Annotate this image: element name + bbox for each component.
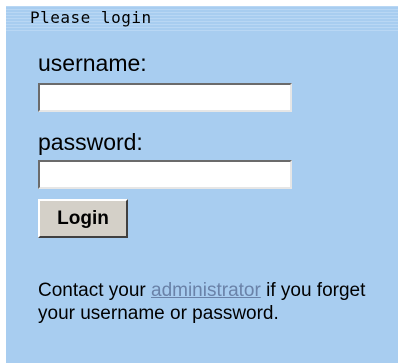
password-label: password: (38, 129, 143, 155)
login-button[interactable]: Login (38, 199, 128, 238)
administrator-link[interactable]: administrator (151, 280, 261, 301)
username-label: username: (38, 50, 147, 76)
login-panel: Please login username: password: Login C… (0, 0, 398, 363)
panel-title: Please login (30, 8, 152, 27)
password-input[interactable] (38, 160, 292, 189)
help-text: Contact your administrator if you forget… (38, 279, 394, 325)
username-input[interactable] (38, 83, 292, 112)
panel-left-border (0, 0, 6, 363)
help-text-prefix: Contact your (38, 280, 151, 301)
